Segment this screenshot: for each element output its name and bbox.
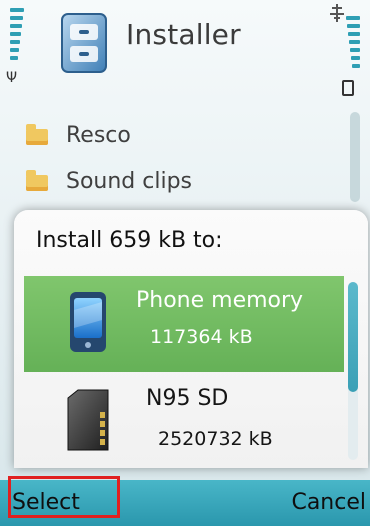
installer-cabinet-icon — [58, 12, 114, 76]
dialog-scrollbar-thumb[interactable] — [348, 282, 358, 392]
install-location-dialog: Install 659 kB to: Phone memory 117364 k… — [14, 210, 368, 468]
app-title: Installer — [126, 18, 241, 51]
select-highlight-box — [8, 476, 120, 518]
folder-icon — [26, 170, 48, 191]
dialog-title: Install 659 kB to: — [36, 228, 223, 253]
option-phone-memory[interactable]: Phone memory 117364 kB — [24, 276, 344, 372]
cancel-softkey[interactable]: Cancel — [291, 490, 366, 515]
list-item-label: Resco — [66, 122, 131, 148]
battery-indicator — [338, 8, 366, 96]
signal-strength-indicator: Ψ — [6, 8, 28, 86]
option-name: Phone memory — [136, 288, 304, 313]
battery-icon — [342, 80, 354, 96]
phone-memory-icon — [64, 290, 114, 356]
memory-card-icon — [64, 388, 114, 454]
option-size: 2520732 kB — [158, 428, 273, 450]
folder-icon — [26, 124, 48, 145]
option-n95-sd[interactable]: N95 SD 2520732 kB — [24, 374, 344, 470]
background-scrollbar[interactable] — [350, 112, 360, 202]
installer-screen: Ψ Installer Resco Sound clips Install 65… — [0, 0, 370, 526]
list-item-label: Sound clips — [66, 168, 193, 194]
antenna-icon: Ψ — [6, 70, 18, 86]
option-name: N95 SD — [146, 386, 229, 411]
list-item-sound-clips[interactable]: Sound clips — [26, 166, 192, 196]
option-size: 117364 kB — [150, 326, 253, 348]
list-item-resco[interactable]: Resco — [26, 120, 131, 150]
